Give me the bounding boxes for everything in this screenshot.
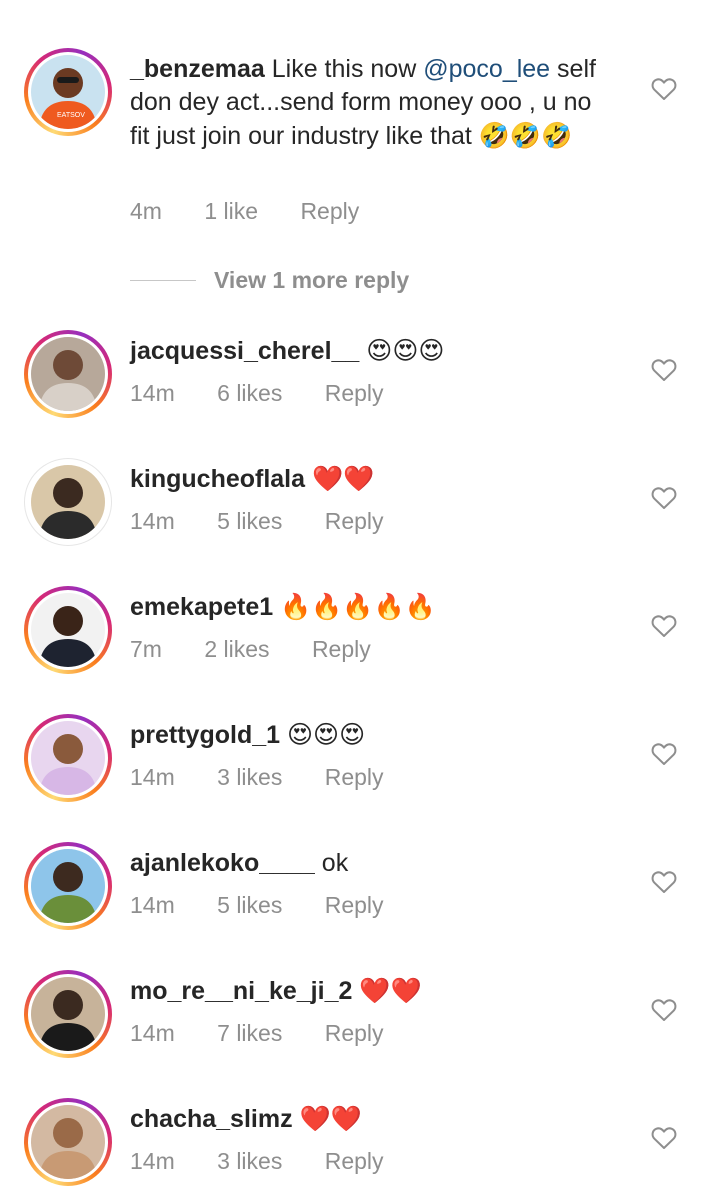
emoji: ❤️❤️ — [299, 1104, 362, 1133]
comment-text: _benzemaa Like this now @poco_lee self d… — [130, 53, 610, 153]
heart-outline-icon[interactable] — [651, 742, 677, 766]
comment-meta: 14m 3 likes Reply — [130, 1148, 420, 1175]
heart-outline-icon[interactable] — [651, 1126, 677, 1150]
mention-link[interactable]: @poco_lee — [423, 55, 550, 83]
avatar — [31, 849, 105, 923]
avatar — [31, 337, 105, 411]
comment-text: ajanlekoko____ ok — [130, 846, 610, 880]
comment-meta: 14m 5 likes Reply — [130, 508, 420, 535]
comment-meta: 14m 6 likes Reply — [130, 380, 420, 407]
avatar-story-ring[interactable]: EATSOV — [24, 48, 112, 136]
username[interactable]: ajanlekoko____ — [130, 849, 315, 877]
comment-text: mo_re__ni_ke_ji_2 ❤️❤️ — [130, 974, 610, 1008]
username[interactable]: chacha_slimz — [130, 1105, 293, 1133]
timestamp: 7m — [130, 636, 162, 662]
like-count[interactable]: 3 likes — [217, 764, 282, 791]
username[interactable]: kingucheoflala — [130, 465, 305, 493]
timestamp: 14m — [130, 764, 175, 790]
username[interactable]: mo_re__ni_ke_ji_2 — [130, 977, 352, 1005]
emoji: 🔥🔥🔥🔥🔥 — [280, 592, 436, 621]
comment-meta: 7m 2 likes Reply — [130, 636, 407, 663]
timestamp: 14m — [130, 1148, 175, 1174]
like-count[interactable]: 1 like — [204, 198, 258, 225]
reply-button[interactable]: Reply — [325, 508, 384, 535]
comment-meta: 14m 7 likes Reply — [130, 1020, 420, 1047]
like-count[interactable]: 6 likes — [217, 380, 282, 407]
like-count[interactable]: 3 likes — [217, 1148, 282, 1175]
avatar: EATSOV — [31, 55, 105, 129]
comment-text: kingucheoflala ❤️❤️ — [130, 462, 610, 496]
username[interactable]: _benzemaa — [130, 55, 265, 83]
divider — [130, 279, 196, 281]
username[interactable]: jacquessi_cherel__ — [130, 337, 359, 365]
avatar-story-ring[interactable] — [24, 714, 112, 802]
avatar-story-ring[interactable] — [24, 1098, 112, 1186]
heart-outline-icon[interactable] — [651, 77, 677, 101]
avatar-story-ring[interactable] — [24, 330, 112, 418]
heart-outline-icon[interactable] — [651, 614, 677, 638]
heart-outline-icon[interactable] — [651, 358, 677, 382]
reply-button[interactable]: Reply — [325, 1020, 384, 1047]
reply-button[interactable]: Reply — [312, 636, 371, 663]
username[interactable]: prettygold_1 — [130, 721, 280, 749]
comment-meta: 14m 5 likes Reply — [130, 892, 420, 919]
like-count[interactable]: 5 likes — [217, 508, 282, 535]
avatar-story-ring[interactable] — [24, 458, 112, 546]
avatar — [31, 593, 105, 667]
emoji: 🤣🤣🤣 — [478, 121, 573, 150]
reply-button[interactable]: Reply — [325, 764, 384, 791]
like-count[interactable]: 5 likes — [217, 892, 282, 919]
comment-meta: 4m 1 like Reply — [130, 198, 395, 225]
reply-button[interactable]: Reply — [300, 198, 359, 225]
comment-text: emekapete1 🔥🔥🔥🔥🔥 — [130, 590, 610, 624]
comment-body: Like this now — [271, 55, 417, 83]
comment-text: prettygold_1 😍😍😍 — [130, 718, 610, 752]
comment-meta: 14m 3 likes Reply — [130, 764, 420, 791]
timestamp: 4m — [130, 198, 162, 224]
heart-outline-icon[interactable] — [651, 870, 677, 894]
comment-text: chacha_slimz ❤️❤️ — [130, 1102, 610, 1136]
svg-text:EATSOV: EATSOV — [57, 112, 85, 119]
like-count[interactable]: 2 likes — [204, 636, 269, 663]
emoji: ❤️❤️ — [312, 464, 375, 493]
avatar — [31, 465, 105, 539]
timestamp: 14m — [130, 1020, 175, 1046]
like-count[interactable]: 7 likes — [217, 1020, 282, 1047]
reply-button[interactable]: Reply — [325, 380, 384, 407]
reply-button[interactable]: Reply — [325, 1148, 384, 1175]
avatar-story-ring[interactable] — [24, 970, 112, 1058]
avatar — [31, 721, 105, 795]
avatar-story-ring[interactable] — [24, 586, 112, 674]
emoji: ❤️❤️ — [359, 976, 422, 1005]
timestamp: 14m — [130, 892, 175, 918]
emoji: 😍😍😍 — [366, 336, 445, 365]
view-more-label: View 1 more reply — [214, 266, 410, 293]
comment-body: ok — [321, 849, 349, 877]
username[interactable]: emekapete1 — [130, 593, 273, 621]
heart-outline-icon[interactable] — [651, 486, 677, 510]
avatar — [31, 977, 105, 1051]
heart-outline-icon[interactable] — [651, 998, 677, 1022]
timestamp: 14m — [130, 508, 175, 534]
view-more-replies-button[interactable]: View 1 more reply — [130, 264, 409, 296]
timestamp: 14m — [130, 380, 175, 406]
avatar — [31, 1105, 105, 1179]
reply-button[interactable]: Reply — [325, 892, 384, 919]
emoji: 😍😍😍 — [286, 720, 366, 749]
comment-text: jacquessi_cherel__ 😍😍😍 — [130, 334, 610, 368]
avatar-story-ring[interactable] — [24, 842, 112, 930]
